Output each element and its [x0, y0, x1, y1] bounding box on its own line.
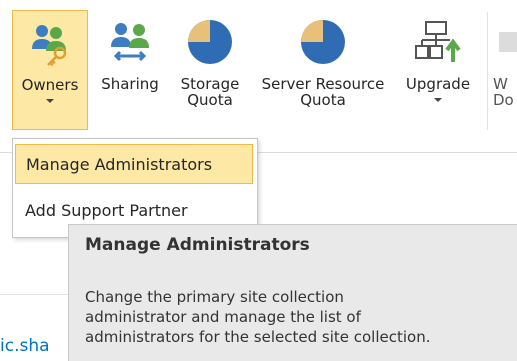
ribbon-button-partial[interactable]: W Do: [493, 10, 517, 130]
tooltip-body-line3: administrators for the selected site col…: [85, 328, 431, 346]
tooltip: Manage Administrators Change the primary…: [68, 224, 517, 361]
partial-icon: [499, 32, 517, 52]
owners-dropdown-menu: Manage Administrators Add Support Partne…: [12, 138, 258, 238]
pie-chart-icon: [188, 20, 232, 64]
server-resource-quota-label: Server Resource Quota: [262, 76, 385, 108]
upgrade-label: Upgrade: [405, 75, 471, 93]
ribbon-divider: [487, 12, 488, 130]
background-divider: [0, 294, 68, 295]
sharing-label: Sharing: [101, 75, 159, 93]
server-resource-quota-label-line2: Quota: [300, 91, 346, 109]
storage-quota-label: Storage Quota: [181, 76, 240, 108]
owners-button[interactable]: Owners: [12, 10, 88, 130]
storage-quota-button[interactable]: Storage Quota: [172, 10, 248, 130]
ribbon: Owners Sharing Storage Quota Server Reso…: [0, 0, 517, 140]
upgrade-button[interactable]: Upgrade: [398, 10, 478, 130]
site-url-link[interactable]: ic.sha: [0, 336, 50, 356]
upgrade-icon: [415, 21, 461, 62]
chevron-down-icon: [434, 98, 442, 102]
pie-chart-icon: [301, 20, 345, 64]
owners-icon: [32, 25, 67, 67]
tooltip-body-line2: administrator and manage the list of: [85, 308, 361, 326]
tooltip-body-line1: Change the primary site collection: [85, 288, 344, 306]
chevron-down-icon: [46, 99, 54, 103]
partial-label: W Do: [493, 76, 514, 108]
sharing-button[interactable]: Sharing: [95, 10, 165, 130]
owners-label: Owners: [21, 76, 79, 94]
menu-item-manage-administrators[interactable]: Manage Administrators: [15, 144, 253, 184]
partial-label-line2: Do: [493, 91, 514, 109]
tooltip-body: Change the primary site collection admin…: [85, 287, 495, 347]
storage-quota-label-line2: Quota: [187, 91, 233, 109]
sharing-icon: [111, 23, 149, 62]
server-resource-quota-button[interactable]: Server Resource Quota: [252, 10, 394, 130]
tooltip-title: Manage Administrators: [85, 235, 310, 255]
